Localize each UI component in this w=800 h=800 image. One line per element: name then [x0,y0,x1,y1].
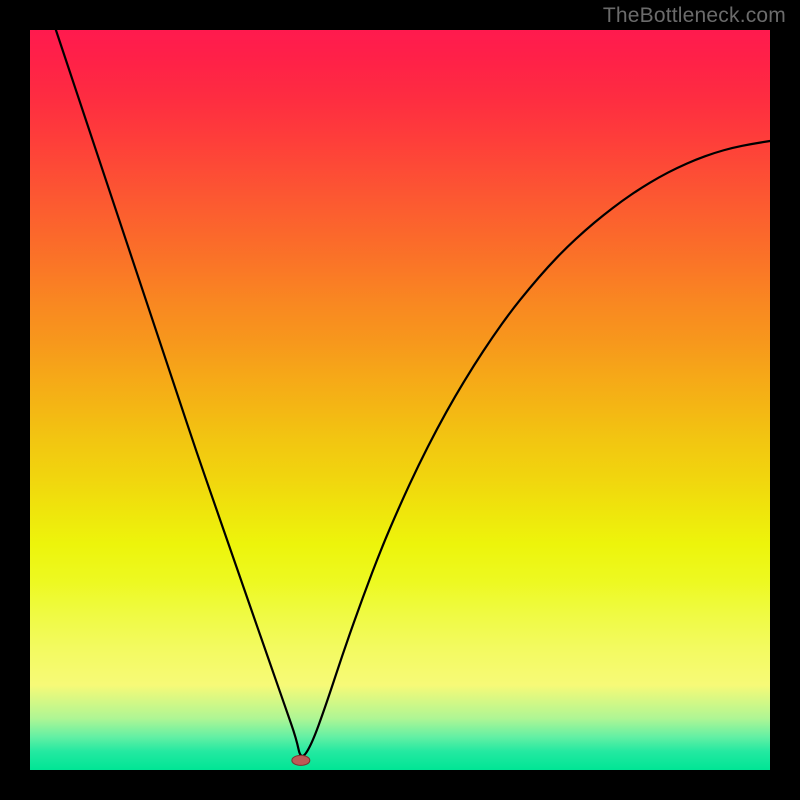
chart-svg [0,0,800,800]
watermark-text: TheBottleneck.com [603,4,786,28]
chart-frame: TheBottleneck.com [0,0,800,800]
optimal-marker [292,755,310,765]
plot-background [30,30,770,770]
